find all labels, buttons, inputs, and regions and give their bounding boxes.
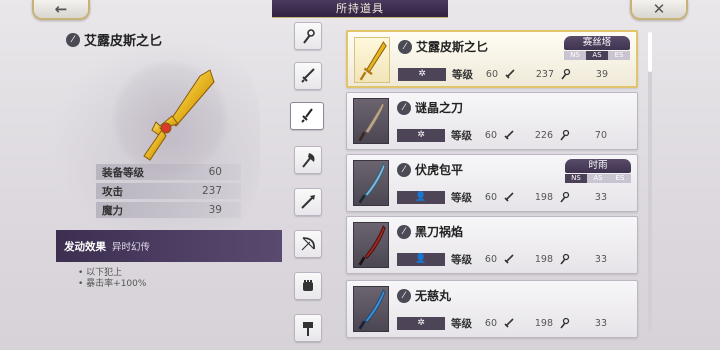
list-item[interactable]: ⁄ 无慈丸 ✲ 等级 60 198 33 (346, 280, 638, 338)
effect-title: 发动效果 (64, 240, 106, 253)
dagger-type-icon: ⁄ (397, 162, 411, 177)
stat-row: 攻击 237 (96, 183, 241, 199)
list-item[interactable]: ⁄ 伏虎包平 时雨 NS AS ES 👤 等级 60 198 33 (346, 154, 638, 212)
dagger-type-icon: ⁄ (398, 39, 412, 54)
skill-type-indicator: NS AS ES (564, 51, 630, 60)
list-item[interactable]: ⁄ 艾露皮斯之匕 赛丝塔 NS AS ES ✲ 等级 60 237 39 (346, 30, 638, 88)
item-name: 无慈丸 (415, 289, 452, 303)
effect-bar: 发动效果 异时幻传 (56, 230, 282, 262)
skill-type-indicator: NS AS ES (565, 174, 631, 183)
magic-icon (560, 191, 570, 203)
item-thumbnail (353, 222, 389, 268)
scrollbar-thumb[interactable] (648, 32, 652, 72)
magic-icon (561, 68, 571, 80)
magic-icon (560, 129, 570, 141)
person-icon: 👤 (397, 252, 445, 266)
dagger-icon (301, 108, 313, 123)
tab-dagger[interactable] (290, 102, 324, 130)
effect-name: 异时幻传 (112, 242, 151, 253)
stat-row: 装备等级 60 (96, 164, 241, 180)
close-icon: ✕ (652, 0, 666, 18)
attack-icon (504, 192, 514, 202)
star-icon: ✲ (397, 128, 445, 142)
item-detail-panel: ⁄ 艾露皮斯之匕 装备等级 60 攻击 237 魔力 39 发动效果 异时幻传 • 以… (0, 18, 285, 350)
back-button[interactable]: ← (32, 0, 90, 20)
fist-icon (303, 280, 313, 291)
staff-icon (303, 29, 315, 44)
dagger-type-icon: ⁄ (397, 288, 411, 303)
dagger-type-icon: ⁄ (397, 100, 411, 115)
item-thumbnail (354, 37, 390, 83)
effect-line: • 以下犯上 (78, 268, 123, 278)
tab-hammer[interactable] (294, 314, 322, 342)
attack-icon (504, 254, 514, 264)
dagger-type-icon: ⁄ (66, 32, 80, 47)
tab-fist[interactable] (294, 272, 322, 300)
item-thumbnail (353, 160, 389, 206)
star-icon: ✲ (398, 67, 446, 81)
attack-icon (505, 69, 515, 79)
character-tag: 赛丝塔 (564, 36, 630, 50)
effect-line: • 暴击率+100% (78, 279, 147, 289)
page-title: 所持道具 (272, 0, 448, 18)
attack-icon (504, 130, 514, 140)
item-thumbnail (353, 98, 389, 144)
person-icon: 👤 (397, 190, 445, 204)
list-item[interactable]: ⁄ 谜晶之刀 ✲ 等级 60 226 70 (346, 92, 638, 150)
item-name: 黑刀祸焰 (415, 225, 464, 239)
item-list[interactable]: ⁄ 艾露皮斯之匕 赛丝塔 NS AS ES ✲ 等级 60 237 39 ⁄ 谜晶之… (338, 20, 648, 350)
stat-row: 魔力 39 (96, 202, 241, 218)
tab-bow[interactable] (294, 230, 322, 258)
spear-icon (301, 195, 315, 209)
item-thumbnail (353, 286, 389, 332)
item-name: 艾露皮斯之匕 (416, 40, 489, 54)
list-scrollbar[interactable] (648, 32, 652, 332)
item-name: 谜晶之刀 (415, 101, 464, 115)
magic-icon (560, 317, 570, 329)
effect-lines: • 以下犯上 • 暴击率+100% (78, 268, 146, 290)
item-name: 伏虎包平 (415, 163, 464, 177)
detail-name-row: ⁄ 艾露皮斯之匕 (66, 30, 162, 49)
tab-staff[interactable] (294, 22, 322, 50)
tab-spear[interactable] (294, 188, 322, 216)
close-button[interactable]: ✕ (630, 0, 688, 20)
character-tag: 时雨 (565, 159, 631, 173)
sword-icon (301, 68, 315, 83)
tab-sword[interactable] (294, 62, 322, 90)
stats-list: 装备等级 60 攻击 237 魔力 39 (96, 164, 241, 221)
axe-icon (302, 153, 315, 168)
attack-icon (504, 318, 514, 328)
bow-icon (301, 237, 315, 251)
list-item[interactable]: ⁄ 黑刀祸焰 👤 等级 60 198 33 (346, 216, 638, 274)
hammer-icon (303, 322, 313, 336)
golden-dagger-icon (143, 69, 215, 161)
arrow-left-icon: ← (54, 0, 68, 18)
detail-item-name: 艾露皮斯之匕 (84, 34, 163, 49)
dagger-type-icon: ⁄ (397, 224, 411, 239)
magic-icon (560, 253, 570, 265)
star-icon: ✲ (397, 316, 445, 330)
tab-axe[interactable] (294, 146, 322, 174)
